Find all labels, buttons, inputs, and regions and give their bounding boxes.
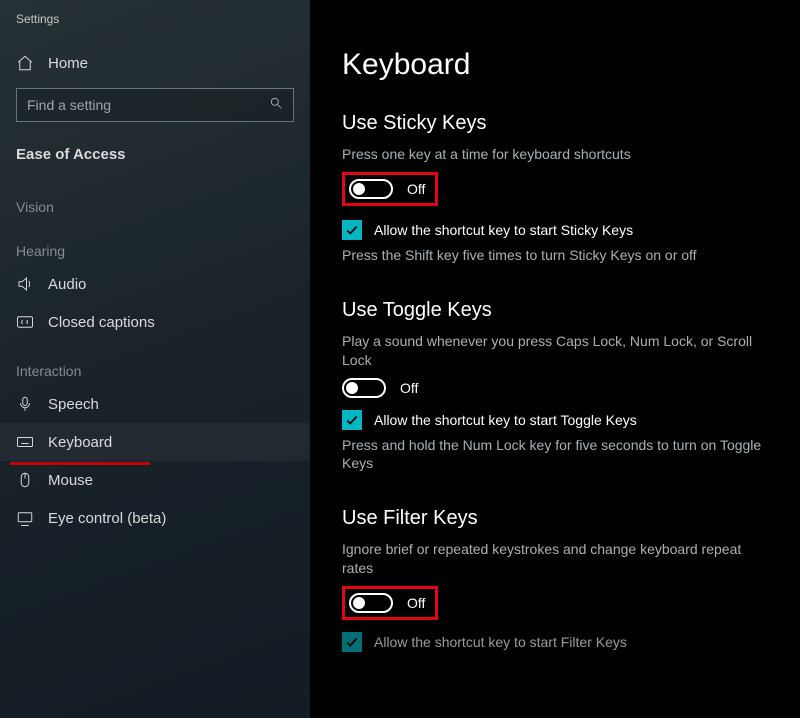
sidebar-item-label: Audio — [48, 276, 86, 293]
sidebar-item-closed-captions[interactable]: Closed captions — [0, 303, 310, 341]
sticky-shortcut-label: Allow the shortcut key to start Sticky K… — [374, 222, 633, 238]
window-title: Settings — [0, 12, 310, 44]
mouse-icon — [16, 471, 34, 489]
group-interaction: Interaction — [0, 341, 310, 385]
search-icon — [269, 96, 283, 115]
filter-shortcut-label: Allow the shortcut key to start Filter K… — [374, 634, 627, 650]
togglekeys-shortcut-label: Allow the shortcut key to start Toggle K… — [374, 412, 637, 428]
annotation-box-sticky: Off — [342, 172, 438, 206]
search-input[interactable] — [27, 97, 269, 113]
sidebar-item-label: Speech — [48, 396, 99, 413]
sticky-toggle[interactable] — [349, 179, 393, 199]
group-hearing: Hearing — [0, 221, 310, 265]
annotation-box-filter: Off — [342, 586, 438, 620]
sidebar-item-speech[interactable]: Speech — [0, 385, 310, 423]
nav-home-label: Home — [48, 55, 88, 72]
filter-heading: Use Filter Keys — [342, 507, 770, 530]
toggle-desc: Play a sound whenever you press Caps Loc… — [342, 332, 770, 370]
sidebar-item-label: Keyboard — [48, 434, 112, 451]
sidebar-item-label: Eye control (beta) — [48, 510, 166, 527]
sticky-heading: Use Sticky Keys — [342, 112, 770, 135]
annotation-underline — [10, 462, 150, 465]
search-input-wrap[interactable] — [16, 88, 294, 122]
sidebar-item-eye-control[interactable]: Eye control (beta) — [0, 499, 310, 537]
togglekeys-toggle-state: Off — [400, 380, 418, 396]
microphone-icon — [16, 395, 34, 413]
filter-shortcut-checkbox[interactable] — [342, 632, 362, 652]
sticky-desc: Press one key at a time for keyboard sho… — [342, 145, 770, 164]
filter-toggle[interactable] — [349, 593, 393, 613]
category-title: Ease of Access — [0, 138, 310, 177]
sidebar-item-keyboard[interactable]: Keyboard — [0, 423, 310, 461]
home-icon — [16, 54, 34, 72]
togglekeys-shortcut-checkbox[interactable] — [342, 410, 362, 430]
main-panel: Keyboard Use Sticky Keys Press one key a… — [310, 0, 800, 718]
speaker-icon — [16, 275, 34, 293]
sidebar: Settings Home Ease of Access Vision Hear… — [0, 0, 310, 718]
sidebar-item-label: Mouse — [48, 472, 93, 489]
nav-home[interactable]: Home — [0, 44, 310, 82]
keyboard-icon — [16, 433, 34, 451]
group-vision[interactable]: Vision — [0, 177, 310, 221]
eye-control-icon — [16, 509, 34, 527]
filter-toggle-state: Off — [407, 595, 425, 611]
sticky-shortcut-desc: Press the Shift key five times to turn S… — [342, 246, 770, 265]
cc-icon — [16, 313, 34, 331]
sidebar-item-audio[interactable]: Audio — [0, 265, 310, 303]
sticky-shortcut-checkbox[interactable] — [342, 220, 362, 240]
sidebar-item-mouse[interactable]: Mouse — [0, 461, 310, 499]
togglekeys-toggle[interactable] — [342, 378, 386, 398]
toggle-heading: Use Toggle Keys — [342, 299, 770, 322]
page-title: Keyboard — [342, 48, 770, 82]
sticky-toggle-state: Off — [407, 181, 425, 197]
sidebar-item-label: Closed captions — [48, 314, 155, 331]
togglekeys-shortcut-desc: Press and hold the Num Lock key for five… — [342, 436, 770, 474]
filter-desc: Ignore brief or repeated keystrokes and … — [342, 540, 770, 578]
